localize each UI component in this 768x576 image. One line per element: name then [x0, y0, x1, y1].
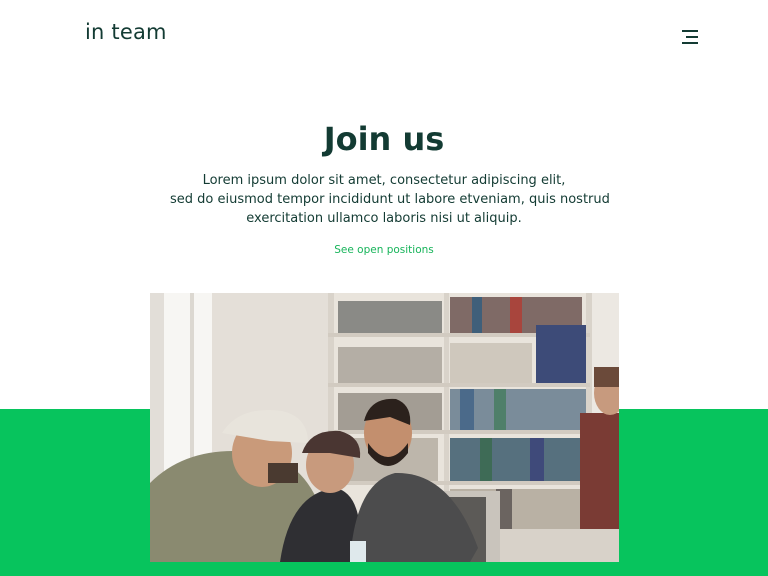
- hero-description-line: sed do eiusmod tempor incididunt ut labo…: [170, 192, 610, 207]
- brand-logo[interactable]: in team: [85, 20, 167, 44]
- hero-description-line: exercitation ullamco laboris nisi ut ali…: [246, 211, 522, 226]
- page-title: Join us: [323, 120, 445, 158]
- menu-icon-line: [682, 42, 698, 44]
- hamburger-menu-icon[interactable]: [680, 29, 698, 45]
- see-open-positions-link[interactable]: See open positions: [0, 244, 768, 256]
- hero-description: Lorem ipsum dolor sit amet, consectetur …: [170, 171, 610, 228]
- team-photo: [150, 293, 619, 562]
- hero-description-line: Lorem ipsum dolor sit amet, consectetur …: [202, 173, 566, 188]
- menu-icon-line: [682, 30, 698, 32]
- team-photo-illustration: [150, 293, 619, 562]
- menu-icon-line: [686, 36, 698, 38]
